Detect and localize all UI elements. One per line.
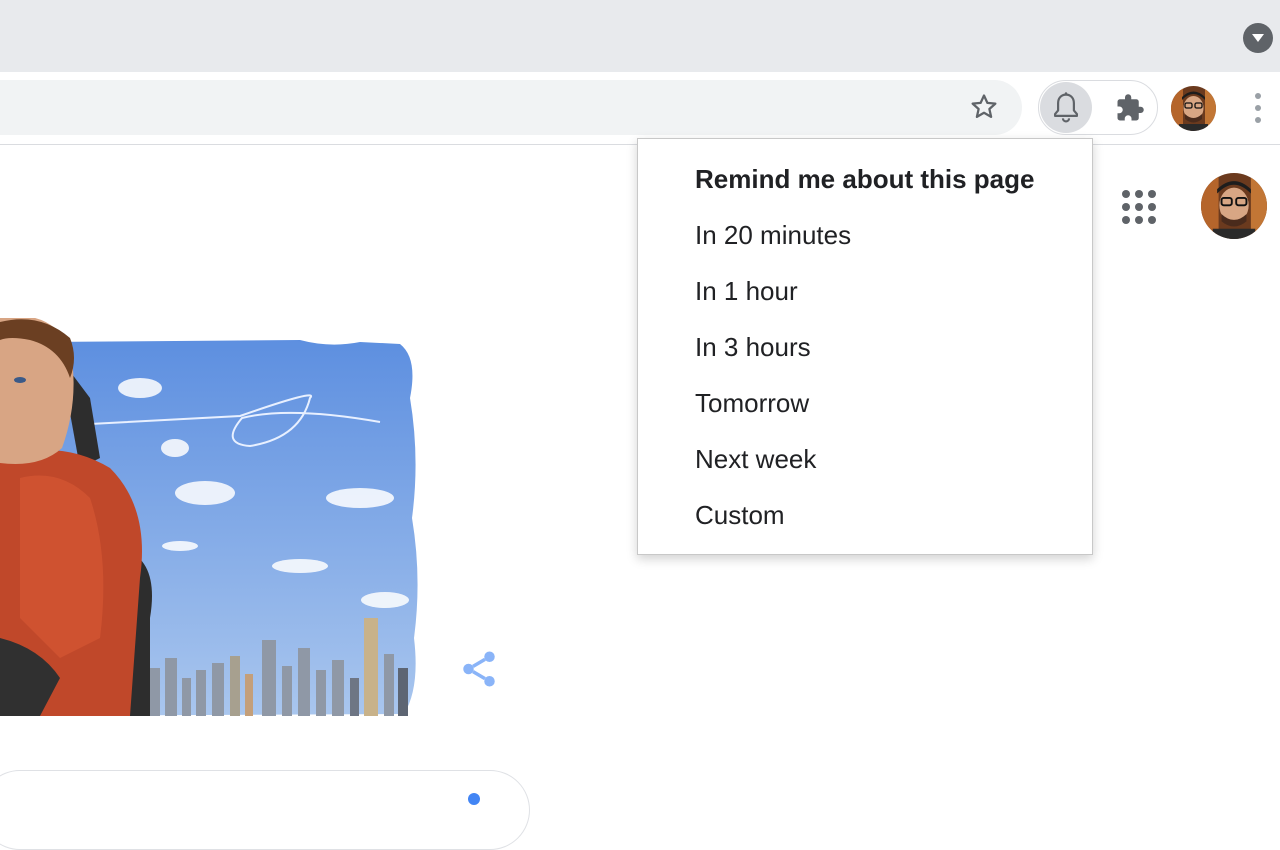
google-doodle-image[interactable] bbox=[0, 316, 440, 720]
chevron-down-icon bbox=[1252, 34, 1264, 42]
puzzle-piece-icon bbox=[1117, 94, 1144, 121]
profile-avatar[interactable] bbox=[1171, 86, 1216, 131]
reminder-option-custom[interactable]: Custom bbox=[638, 487, 1092, 543]
kebab-menu-icon[interactable] bbox=[1242, 92, 1274, 124]
search-box[interactable] bbox=[0, 770, 530, 850]
google-apps-grid-icon[interactable] bbox=[1118, 186, 1158, 226]
reminder-option-20-minutes[interactable]: In 20 minutes bbox=[638, 207, 1092, 263]
avatar bbox=[1171, 86, 1216, 131]
reminder-option-tomorrow[interactable]: Tomorrow bbox=[638, 375, 1092, 431]
address-bar[interactable] bbox=[0, 80, 1022, 135]
tab-strip bbox=[0, 0, 1280, 72]
reminder-option-next-week[interactable]: Next week bbox=[638, 431, 1092, 487]
browser-toolbar bbox=[0, 72, 1280, 145]
reminder-menu: Remind me about this page In 20 minutes … bbox=[637, 138, 1093, 555]
star-outline-icon bbox=[971, 94, 997, 118]
reminder-extension-button[interactable] bbox=[1040, 82, 1092, 133]
tab-search-button[interactable] bbox=[1243, 23, 1273, 53]
reminder-menu-title: Remind me about this page bbox=[695, 164, 1035, 194]
microphone-icon[interactable] bbox=[468, 793, 480, 805]
bookmark-button[interactable] bbox=[962, 87, 1006, 127]
bell-icon bbox=[1053, 91, 1079, 122]
reminder-option-1-hour[interactable]: In 1 hour bbox=[638, 263, 1092, 319]
avatar bbox=[1201, 173, 1267, 239]
extensions-button[interactable] bbox=[1106, 84, 1154, 132]
google-account-avatar[interactable] bbox=[1201, 173, 1267, 239]
reminder-option-3-hours[interactable]: In 3 hours bbox=[638, 319, 1092, 375]
share-icon[interactable] bbox=[458, 648, 500, 690]
